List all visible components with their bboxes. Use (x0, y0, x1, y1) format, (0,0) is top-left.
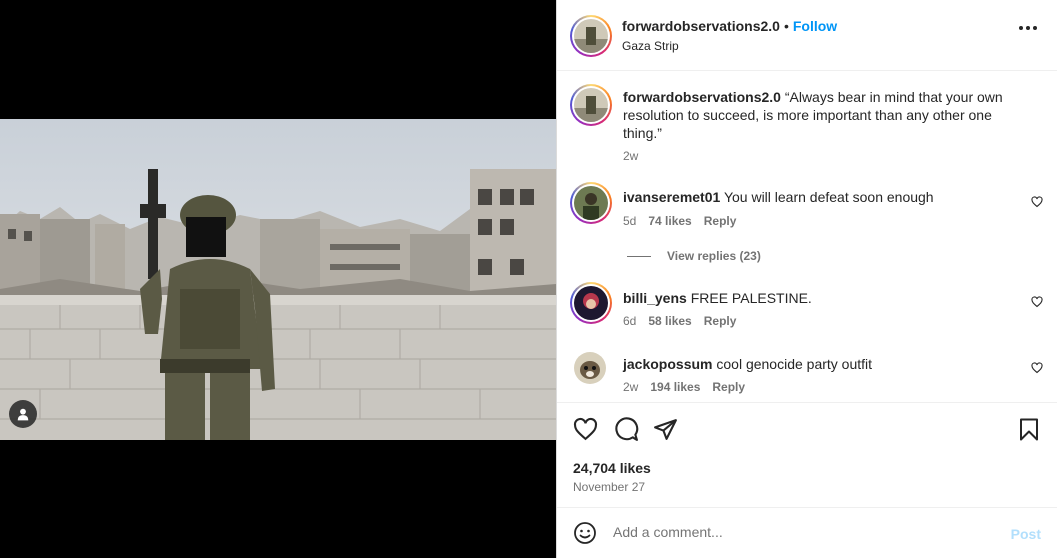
post-details-panel: forwardobservations2.0 • Follow Gaza Strip… (556, 0, 1057, 558)
add-comment-bar: Post (557, 507, 1057, 558)
caption: forwardobservations2.0 “Always bear in m… (557, 84, 1057, 164)
more-options-icon[interactable] (1019, 26, 1037, 30)
post-comment-button[interactable]: Post (1011, 526, 1041, 542)
comment-time[interactable]: 5d (623, 214, 636, 228)
comment-time[interactable]: 6d (623, 314, 636, 328)
share-icon[interactable] (653, 417, 678, 442)
author-avatar[interactable] (570, 15, 612, 57)
comment-item: jackopossum cool genocide party outfit 2… (557, 350, 1057, 400)
replies-divider (627, 255, 651, 257)
emoji-icon[interactable] (573, 521, 597, 545)
comment-avatar[interactable] (570, 182, 612, 224)
caption-username[interactable]: forwardobservations2.0 (623, 89, 781, 105)
comment-likes[interactable]: 194 likes (650, 380, 700, 394)
comment-time[interactable]: 2w (623, 380, 638, 394)
separator-dot: • (783, 18, 789, 34)
comment-avatar[interactable] (570, 282, 612, 324)
comment-avatar[interactable] (574, 352, 606, 384)
heart-icon[interactable] (573, 417, 598, 442)
comment-item: billi_yens FREE PALESTINE. 6d 58 likes Rep… (557, 282, 1057, 332)
caption-text: forwardobservations2.0 “Always bear in m… (623, 88, 1023, 142)
comment-username[interactable]: billi_yens (623, 290, 687, 306)
bookmark-icon[interactable] (1017, 417, 1041, 442)
post-date[interactable]: November 27 (573, 480, 645, 494)
comment-item: ivanseremet01 You will learn defeat soon… (557, 182, 1057, 232)
reply-button[interactable]: Reply (704, 314, 737, 328)
post-photo[interactable] (0, 119, 556, 440)
reply-button[interactable]: Reply (712, 380, 745, 394)
comments-list: forwardobservations2.0 “Always bear in m… (557, 72, 1057, 402)
comment-input[interactable] (613, 524, 993, 540)
follow-button[interactable]: Follow (793, 18, 837, 34)
comment-username[interactable]: ivanseremet01 (623, 189, 720, 205)
tagged-users-button[interactable] (9, 400, 37, 428)
caption-avatar[interactable] (570, 84, 612, 126)
reply-button[interactable]: Reply (704, 214, 737, 228)
post-location[interactable]: Gaza Strip (622, 39, 679, 53)
comment-likes[interactable]: 74 likes (648, 214, 691, 228)
post-header: forwardobservations2.0 • Follow Gaza Strip (557, 0, 1057, 71)
comment-like-heart-icon[interactable] (1031, 362, 1043, 374)
comment-text: FREE PALESTINE. (690, 290, 812, 306)
comment-username[interactable]: jackopossum (623, 356, 712, 372)
likes-count[interactable]: 24,704 likes (573, 460, 651, 476)
view-replies-button[interactable]: View replies (23) (627, 249, 761, 263)
comment-likes[interactable]: 58 likes (648, 314, 691, 328)
user-icon (17, 408, 29, 421)
comment-text: You will learn defeat soon enough (723, 189, 934, 205)
author-username[interactable]: forwardobservations2.0 (622, 18, 780, 34)
comment-text: cool genocide party outfit (716, 356, 873, 372)
post-media (0, 0, 556, 558)
view-replies-label[interactable]: View replies (23) (667, 249, 761, 263)
comment-icon[interactable] (614, 417, 639, 442)
comment-like-heart-icon[interactable] (1031, 196, 1043, 208)
post-actions: 24,704 likes November 27 (557, 402, 1057, 507)
comment-like-heart-icon[interactable] (1031, 296, 1043, 308)
caption-time[interactable]: 2w (623, 149, 638, 163)
